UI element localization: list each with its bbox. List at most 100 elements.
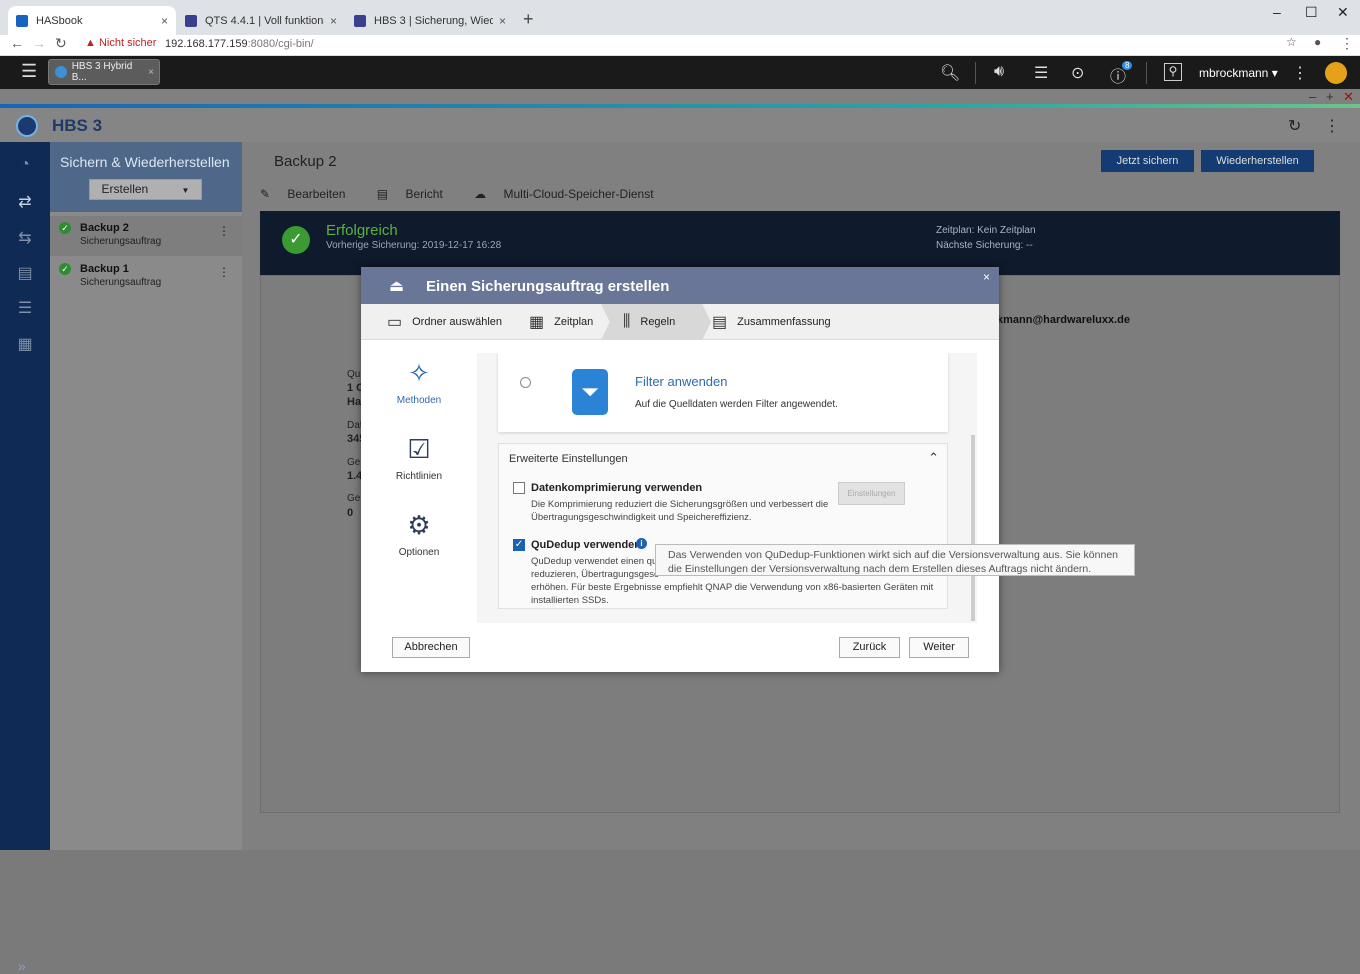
compression-checkbox[interactable]	[513, 482, 525, 494]
tab-label: HBS 3 | Sicherung, Wiederherste	[374, 14, 493, 27]
maximize-window-icon[interactable]: ☐	[1305, 4, 1318, 21]
scrollbar[interactable]	[971, 435, 975, 621]
minimize-window-icon[interactable]: –	[1273, 4, 1281, 20]
nav-methods[interactable]: ✧ Methoden	[361, 358, 477, 406]
url-field[interactable]: 192.168.177.159:8080/cgi-bin/	[165, 38, 314, 50]
step-label: Zeitplan	[554, 316, 594, 328]
app-title: HBS 3	[52, 116, 103, 135]
tab-hasbook[interactable]: HASbook ×	[8, 6, 176, 35]
user-menu[interactable]: mbrockmann ▾	[1199, 66, 1278, 80]
settings-button[interactable]: Einstellungen	[838, 482, 905, 505]
dialog-header: ⏏ Einen Sicherungsauftrag erstellen ×	[361, 267, 999, 304]
reload-icon[interactable]: ↻	[55, 35, 67, 52]
info-icon[interactable]: i	[636, 538, 647, 549]
job-item-backup-1[interactable]: ✓ Backup 1 Sicherungsauftrag ⋮	[50, 257, 242, 297]
edit-icon: ✎	[260, 187, 274, 201]
hamburger-menu-icon[interactable]: ☰	[21, 61, 37, 82]
job-menu-icon[interactable]: ⋮	[218, 265, 230, 279]
cancel-button[interactable]: Abbrechen	[392, 637, 470, 658]
more-options-icon[interactable]: ⋮	[1324, 116, 1340, 136]
more-options-icon[interactable]: ⋮	[1292, 63, 1308, 83]
qudedup-checkbox[interactable]: ✓	[513, 539, 525, 551]
filter-radio[interactable]	[520, 377, 531, 388]
bg-fragment: Ha	[347, 396, 362, 408]
sync-icon[interactable]: ⇆	[14, 228, 36, 250]
success-check-icon: ✓	[59, 263, 71, 275]
job-menu-icon[interactable]: ⋮	[218, 224, 230, 238]
close-icon[interactable]: ×	[983, 270, 990, 284]
storage-spaces-icon[interactable]: ▤	[14, 263, 36, 285]
backup-now-button[interactable]: Jetzt sichern	[1101, 150, 1194, 172]
close-icon[interactable]: ×	[330, 14, 337, 28]
schedule-text: Zeitplan: Kein Zeitplan	[936, 225, 1036, 236]
step-schedule[interactable]: ▦ Zeitplan	[529, 304, 593, 340]
step-summary[interactable]: ▤ Zusammenfassung	[712, 304, 831, 340]
hbs-header: HBS 3 ↻ ⋮	[0, 108, 1360, 142]
description-line: Die Komprimierung reduziert die Sicherun…	[531, 499, 829, 510]
address-bar: ← → ↻ ▲ Nicht sicher 192.168.177.159:808…	[0, 35, 1360, 56]
chevron-up-icon[interactable]: ⌃	[928, 450, 939, 466]
cloud-label: Multi-Cloud-Speicher-Dienst	[503, 187, 654, 201]
overview-gauge-icon[interactable]: ◔	[14, 156, 36, 178]
close-icon[interactable]: ×	[161, 14, 168, 28]
nav-policies[interactable]: ☑ Richtlinien	[361, 434, 477, 482]
close-icon[interactable]: ×	[148, 67, 154, 78]
back-arrow-icon[interactable]: ←	[10, 35, 24, 51]
expand-nav-icon[interactable]: »	[18, 958, 26, 974]
close-app-icon[interactable]: ✕	[1343, 89, 1354, 105]
background-tasks-icon[interactable]: ☰	[1034, 63, 1048, 83]
bookmark-star-icon[interactable]: ☆	[1286, 35, 1297, 49]
success-check-icon: ✓	[282, 226, 310, 254]
status-text: Erfolgreich	[326, 222, 398, 239]
create-button[interactable]: Erstellen ▼	[89, 179, 202, 200]
profile-icon[interactable]: ●	[1314, 35, 1321, 49]
user-avatar-icon[interactable]: ⚲	[1164, 63, 1182, 81]
nav-options[interactable]: ⚙ Optionen	[361, 510, 477, 558]
url-path: :8080/cgi-bin/	[247, 38, 314, 50]
tab-hbs3[interactable]: HBS 3 | Sicherung, Wiederherste ×	[346, 6, 514, 35]
search-icon[interactable]: 🔍︎	[940, 63, 960, 83]
services-icon[interactable]: ☰	[14, 298, 36, 320]
browser-menu-icon[interactable]: ⋮	[1340, 35, 1354, 52]
tab-qts[interactable]: QTS 4.4.1 | Voll funktionsfähiges ×	[177, 6, 345, 35]
minimize-app-icon[interactable]: –	[1309, 89, 1316, 104]
cloud-service-button[interactable]: ☁ Multi-Cloud-Speicher-Dienst	[474, 187, 667, 201]
restore-button[interactable]: Wiederherstellen	[1201, 150, 1314, 172]
step-select-folder[interactable]: ▭ Ordner auswählen	[387, 304, 502, 340]
left-icon-nav: ◔ ⇄ ⇆ ▤ ☰ ▦ »	[0, 142, 50, 974]
volume-icon[interactable]: 🔊︎	[994, 63, 1004, 81]
refresh-icon[interactable]: ↻	[1288, 116, 1301, 136]
dashboard-gauge-icon[interactable]	[1325, 62, 1347, 84]
rules-scroll-area[interactable]: ⏷ Filter anwenden Auf die Quelldaten wer…	[477, 353, 977, 623]
step-rules[interactable]: ⫼ Regeln	[623, 304, 675, 340]
logs-icon[interactable]: ▦	[14, 334, 36, 356]
edit-button[interactable]: ✎ Bearbeiten	[260, 187, 359, 201]
app-tab-hbs3[interactable]: HBS 3 Hybrid B... ×	[48, 59, 160, 85]
bg-fragment: 1.4	[347, 470, 363, 482]
report-icon: ▤	[376, 187, 392, 201]
filter-title: Filter anwenden	[635, 374, 728, 389]
back-button[interactable]: Zurück	[839, 637, 900, 658]
report-button[interactable]: ▤ Bericht	[377, 187, 457, 201]
create-button-label: Erstellen	[101, 182, 149, 196]
job-item-backup-2[interactable]: ✓ Backup 2 Sicherungsauftrag ⋮	[50, 216, 242, 256]
backup-restore-icon[interactable]: ⇄	[14, 192, 36, 214]
close-icon[interactable]: ×	[499, 14, 506, 28]
filter-method-card[interactable]: ⏷ Filter anwenden Auf die Quelldaten wer…	[498, 353, 948, 432]
new-tab-button[interactable]: +	[523, 9, 534, 30]
folder-icon: ▭	[387, 314, 403, 331]
tab-label: HASbook	[36, 14, 83, 27]
qudedup-tooltip: Das Verwenden von QuDedup-Funktionen wir…	[655, 544, 1135, 576]
maximize-app-icon[interactable]: +	[1326, 89, 1334, 104]
external-device-icon[interactable]: ⊙	[1071, 63, 1084, 83]
forward-arrow-icon[interactable]: →	[32, 35, 46, 51]
description-line: installierten SSDs.	[531, 595, 609, 606]
security-label: Nicht sicher	[98, 37, 157, 49]
hbs-app-icon	[55, 66, 67, 78]
dropdown-arrow-icon: ▼	[181, 186, 190, 195]
owner-email: kmann@hardwareluxx.de	[997, 314, 1130, 326]
next-button[interactable]: Weiter	[909, 637, 969, 658]
security-warning[interactable]: ▲ Nicht sicher	[85, 37, 156, 49]
close-window-icon[interactable]: ✕	[1337, 4, 1349, 21]
calendar-icon: ▦	[529, 314, 545, 331]
